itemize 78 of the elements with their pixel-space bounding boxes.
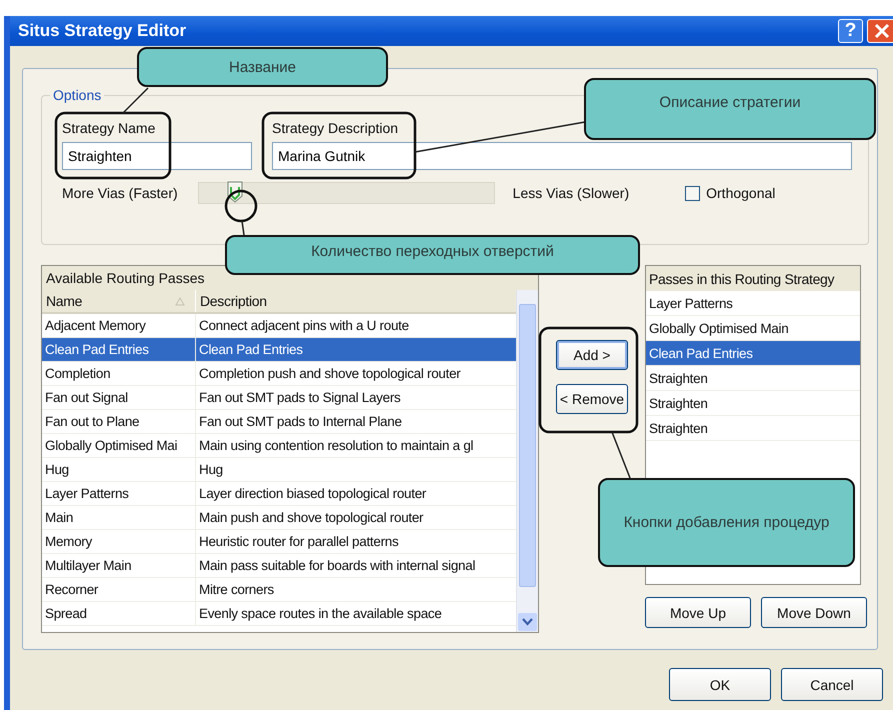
table-cell-text: Heuristic router for parallel patterns xyxy=(198,534,400,549)
leader-line xyxy=(122,87,149,114)
scrollbar[interactable] xyxy=(516,290,538,632)
table-cell-text: Mitre corners xyxy=(198,582,275,597)
callout: Количество переходных отверстий xyxy=(225,235,640,275)
table-cell-text: Completion push and shove topological router xyxy=(198,366,462,381)
table-row[interactable]: Fan out Signal Fan out SMT pads to Signal Layers xyxy=(42,386,516,410)
table-cell-text: Main pass suitable for boards with internal signal xyxy=(198,558,476,573)
table-row[interactable]: Layer Patterns Layer direction biased topological router xyxy=(42,482,516,506)
table-cell-text: Evenly space routes in the available space xyxy=(198,606,443,621)
table-cell: Memory xyxy=(42,530,196,553)
checkbox[interactable] xyxy=(685,186,700,200)
via-slider[interactable] xyxy=(198,182,495,204)
table-row[interactable]: Clean Pad Entries Clean Pad Entries xyxy=(42,338,516,362)
move-button[interactable]: Move Down xyxy=(761,597,867,628)
callout: Кнопки добавления процедур xyxy=(598,478,855,567)
transfer-button[interactable]: Add > xyxy=(556,340,628,370)
leader-line xyxy=(241,220,245,236)
column-header[interactable]: Description xyxy=(196,290,516,312)
table-cell-text: Fan out SMT pads to Signal Layers xyxy=(198,390,402,405)
table-cell: Hug xyxy=(42,458,196,481)
field-label: Strategy Description xyxy=(272,120,400,136)
table-cell-text: Main push and shove topological router xyxy=(198,510,424,525)
callout: Описание стратегии xyxy=(584,78,876,140)
table-cell: Multilayer Main xyxy=(42,554,196,577)
scroll-down-button[interactable] xyxy=(518,613,537,631)
table-row[interactable]: Memory Heuristic router for parallel patterns xyxy=(42,530,516,554)
leader-line xyxy=(611,432,631,478)
list-item[interactable]: Straighten xyxy=(646,391,860,416)
transfer-button[interactable]: < Remove xyxy=(556,384,628,414)
table-cell-text: Main using contention resolution to maintain a gl xyxy=(198,438,474,453)
strategy-name-field[interactable]: Straighten xyxy=(62,142,252,170)
list-item[interactable]: Layer Patterns xyxy=(646,291,860,316)
checkbox-label: Orthogonal xyxy=(706,185,776,201)
slider-label: More Vias (Faster) xyxy=(62,185,178,201)
column-header[interactable]: Name xyxy=(42,290,196,312)
list-item[interactable]: Straighten xyxy=(646,416,860,441)
list-item[interactable]: Straighten xyxy=(646,366,860,391)
table-cell: Layer Patterns xyxy=(42,482,196,505)
group-label: Options xyxy=(50,87,104,103)
callout: Название xyxy=(137,47,388,87)
table-cell-text: Clean Pad Entries xyxy=(198,342,304,357)
table-cell-text: Fan out SMT pads to Internal Plane xyxy=(198,414,403,429)
table-cell-text: Hug xyxy=(198,462,224,477)
table-row[interactable]: Globally Optimised Mai Main using contention resolution to maintain a gl xyxy=(42,434,516,458)
dialog-button[interactable]: Cancel xyxy=(781,668,883,701)
table-row[interactable]: Recorner Mitre corners xyxy=(42,578,516,602)
table-cell: Fan out to Plane xyxy=(42,410,196,433)
dialog-button[interactable]: OK xyxy=(669,668,771,701)
close-button[interactable] xyxy=(867,19,893,43)
list-item[interactable]: Clean Pad Entries xyxy=(646,341,860,366)
table-cell: Globally Optimised Mai xyxy=(42,434,196,457)
window-title: Situs Strategy Editor xyxy=(18,21,188,41)
table-cell-text: Connect adjacent pins with a U route xyxy=(198,318,410,333)
table-cell-text: Layer direction biased topological router xyxy=(198,486,428,501)
move-button[interactable]: Move Up xyxy=(645,597,751,628)
table-row[interactable]: Multilayer Main Main pass suitable for boards with internal signal xyxy=(42,554,516,578)
help-button[interactable]: ? xyxy=(838,19,863,43)
strategy-description-field[interactable]: Marina Gutnik xyxy=(272,142,852,170)
field-label: Strategy Name xyxy=(62,120,156,136)
table-row[interactable]: Completion Completion push and shove topological router xyxy=(42,362,516,386)
list-title: Passes in this Routing Strategy xyxy=(646,266,860,291)
table-cell: Recorner xyxy=(42,578,196,601)
slider-label: Less Vias (Slower) xyxy=(512,185,630,201)
table-cell: Main xyxy=(42,506,196,529)
table-cell: Clean Pad Entries xyxy=(42,338,196,361)
table-cell: Spread xyxy=(42,602,196,625)
table-cell: Adjacent Memory xyxy=(42,314,196,337)
table-row[interactable]: Main Main push and shove topological router xyxy=(42,506,516,530)
table-row[interactable]: Spread Evenly space routes in the available space xyxy=(42,602,516,626)
chevron-down-icon xyxy=(522,618,533,626)
table-cell: Fan out Signal xyxy=(42,386,196,409)
close-icon xyxy=(874,23,890,39)
sort-arrow-icon xyxy=(175,296,185,306)
table-cell: Completion xyxy=(42,362,196,385)
table-row[interactable]: Fan out to Plane Fan out SMT pads to Internal Plane xyxy=(42,410,516,434)
highlight-outline xyxy=(224,190,258,222)
table-row[interactable]: Hug Hug xyxy=(42,458,516,482)
